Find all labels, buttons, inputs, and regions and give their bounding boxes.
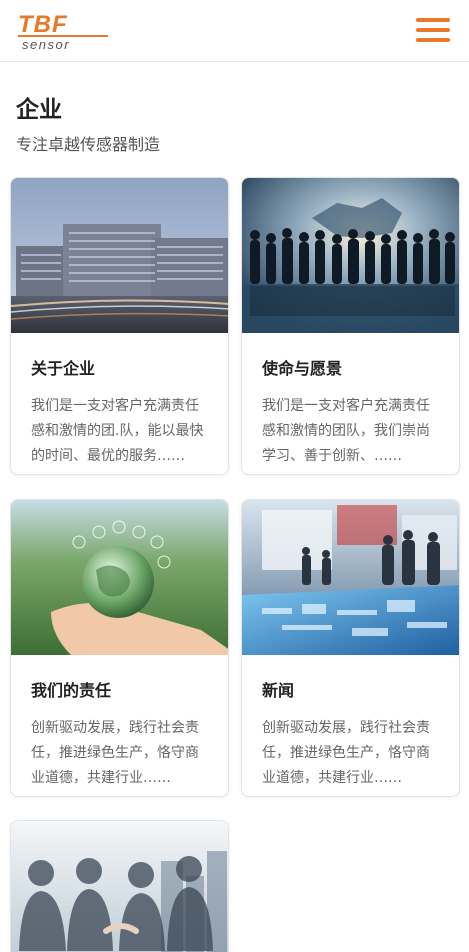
hand-globe-image <box>11 500 228 655</box>
menu-bar <box>416 18 450 22</box>
card-description: 我们是一支对客户充满责任感和激情的团队，我们崇尚学习、善于创新、…… <box>262 398 430 464</box>
card-business-partners[interactable] <box>10 820 229 952</box>
card-about-company[interactable]: 关于企业 我们是一支对客户充满责任感和激情的团.队，能以最快的时间、最优的服务…… <box>10 177 229 475</box>
card-description: 我们是一支对客户充满责任感和激情的团.队，能以最快的时间、最优的服务…… <box>31 398 204 464</box>
card-our-responsibility[interactable]: 我们的责任 创新驱动发展，践行社会责任，推进绿色生产，恪守商业道德，共建行业…… <box>10 499 229 797</box>
menu-bar <box>416 28 450 32</box>
business-handshake-image <box>11 821 228 952</box>
team-silhouettes-image <box>242 178 459 333</box>
card-title: 我们的责任 <box>31 681 112 700</box>
page-title: 企业 <box>16 97 62 123</box>
site-header: TBF sensor <box>0 0 469 62</box>
card-news[interactable]: 新闻 创新驱动发展，践行社会责任，推进绿色生产，恪守商业道德，共建行业…… <box>241 499 460 797</box>
hamburger-menu-icon[interactable] <box>414 16 452 44</box>
card-title: 关于企业 <box>31 359 96 378</box>
card-title: 新闻 <box>262 681 295 700</box>
tbf-sensor-logo[interactable]: TBF sensor <box>16 10 112 52</box>
svg-text:TBF: TBF <box>18 11 68 38</box>
office-buildings-image <box>11 178 228 333</box>
svg-text:sensor: sensor <box>22 37 70 52</box>
exhibition-hall-image <box>242 500 459 655</box>
card-mission-vision[interactable]: 使命与愿景 我们是一支对客户充满责任感和激情的团队，我们崇尚学习、善于创新、…… <box>241 177 460 475</box>
card-title: 使命与愿景 <box>262 359 343 378</box>
menu-bar <box>416 38 450 42</box>
card-description: 创新驱动发展，践行社会责任，推进绿色生产，恪守商业道德，共建行业…… <box>262 720 430 786</box>
page-subtitle: 专注卓越传感器制造 <box>16 135 161 154</box>
card-description: 创新驱动发展，践行社会责任，推进绿色生产，恪守商业道德，共建行业…… <box>31 720 199 786</box>
